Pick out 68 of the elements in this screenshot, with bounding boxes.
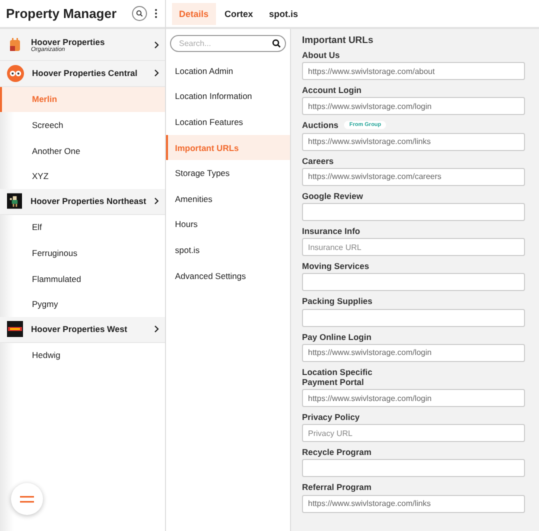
- section-item[interactable]: Hours: [166, 212, 290, 238]
- location-item[interactable]: XYZ: [0, 163, 165, 189]
- tab[interactable]: Cortex: [218, 2, 260, 24]
- field-label: About Us: [302, 50, 340, 60]
- search-icon: [136, 10, 143, 17]
- group-name: Hoover Properties Central: [32, 68, 138, 78]
- section-item[interactable]: Location Information: [166, 84, 290, 110]
- section-item[interactable]: Location Admin: [166, 58, 290, 84]
- group-row[interactable]: Hoover Properties Northeast: [0, 188, 165, 215]
- location-item[interactable]: Hedwig: [0, 342, 165, 368]
- field-label: Recycle Program: [302, 447, 372, 458]
- field-label: Privacy Policy: [302, 412, 360, 422]
- url-input-field[interactable]: https://www.swivlstorage.com/links: [302, 494, 525, 513]
- section-item[interactable]: Storage Types: [166, 160, 290, 186]
- group-name: Hoover Properties Northeast: [30, 196, 146, 206]
- field-label: Packing Supplies: [302, 296, 372, 306]
- group-name: Hoover Properties West: [31, 324, 128, 334]
- url-input-field[interactable]: https://www.swivlstorage.com/login: [302, 389, 525, 408]
- chevron-right-icon[interactable]: [154, 40, 159, 48]
- search-field[interactable]: Search...: [170, 35, 286, 52]
- url-input-field[interactable]: https://www.swivlstorage.com/login: [302, 344, 525, 362]
- pixel-art-avatar-icon: [7, 193, 22, 210]
- section-item[interactable]: Location Features: [166, 109, 290, 135]
- section-item[interactable]: Advanced Settings: [166, 262, 290, 288]
- url-input-field[interactable]: Privacy URL: [302, 424, 525, 442]
- chevron-right-icon[interactable]: [154, 325, 159, 334]
- chevron-right-icon[interactable]: [154, 69, 159, 78]
- menu-icon: [20, 496, 34, 502]
- search-icon[interactable]: [272, 39, 281, 48]
- url-input-field[interactable]: [302, 459, 525, 478]
- field-label: Location Specific Payment Portal: [302, 366, 372, 388]
- url-input-field[interactable]: [302, 308, 525, 326]
- url-input-field[interactable]: [302, 202, 525, 221]
- menu-button[interactable]: [11, 483, 43, 515]
- url-input-field[interactable]: Insurance URL: [302, 238, 525, 256]
- group-row[interactable]: Hoover Properties Central: [0, 61, 165, 87]
- field-label: Insurance Info: [302, 226, 360, 236]
- more-menu-button[interactable]: [153, 7, 159, 20]
- url-input-field[interactable]: https://www.swivlstorage.com/login: [302, 97, 525, 116]
- url-input-field[interactable]: https://www.swivlstorage.com/careers: [302, 168, 525, 186]
- field-label: Google Review: [302, 190, 363, 201]
- robot-avatar-icon: [7, 36, 23, 52]
- url-input-field[interactable]: [302, 273, 525, 292]
- url-input-field[interactable]: https://www.swivlstorage.com/about: [302, 62, 525, 80]
- search-button[interactable]: [132, 6, 147, 21]
- field-label: Account Login: [302, 85, 362, 96]
- tab[interactable]: spot.is: [262, 2, 306, 24]
- section-item[interactable]: spot.is: [166, 237, 290, 263]
- url-input-field[interactable]: https://www.swivlstorage.com/links: [302, 132, 525, 151]
- location-item[interactable]: Another One: [0, 138, 165, 164]
- location-item[interactable]: Ferruginous: [0, 240, 165, 266]
- form-title: Important URLs: [302, 35, 374, 46]
- section-item[interactable]: Amenities: [166, 186, 290, 212]
- chevron-right-icon[interactable]: [154, 197, 159, 206]
- field-label: Auctions: [302, 120, 338, 131]
- location-item[interactable]: Elf: [0, 214, 165, 240]
- field-label: Pay Online Login: [302, 332, 372, 342]
- sign-avatar-icon: [7, 321, 23, 338]
- location-item[interactable]: Screech: [0, 112, 165, 138]
- group-name: Hoover Properties: [31, 36, 106, 46]
- field-label: Referral Program: [302, 482, 372, 493]
- location-item[interactable]: Pygmy: [0, 291, 165, 317]
- owl-avatar-icon: [7, 64, 24, 82]
- app-title: Property Manager: [6, 6, 118, 21]
- field-label: Careers: [302, 156, 334, 166]
- location-item[interactable]: Flammulated: [0, 266, 165, 292]
- group-row[interactable]: Hoover Properties West: [0, 316, 165, 343]
- field-label: Moving Services: [302, 261, 370, 272]
